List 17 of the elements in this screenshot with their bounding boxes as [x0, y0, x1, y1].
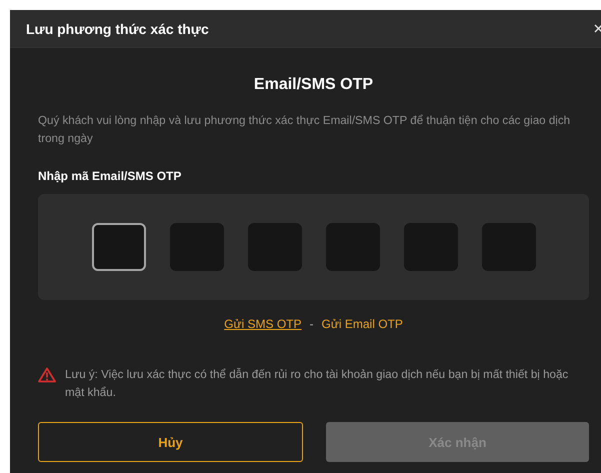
send-otp-link[interactable]: Gửi Email OTP	[322, 317, 403, 331]
dialog-button[interactable]: Hủy	[38, 422, 303, 462]
otp-digit-field[interactable]	[248, 223, 302, 271]
description-text: Quý khách vui lòng nhập và lưu phương thức xác thực Email/SMS OTP để thuận tiện cho các giao dịch trong ngày	[38, 113, 572, 147]
otp-digit-field[interactable]	[92, 223, 146, 271]
otp-digit-field[interactable]	[326, 223, 380, 271]
send-otp-link[interactable]: Gửi SMS OTP	[224, 317, 302, 331]
dialog-title: Lưu phương thức xác thực	[26, 20, 209, 36]
separator-text: -	[310, 317, 314, 331]
warning-icon	[38, 367, 56, 383]
close-icon[interactable]	[594, 24, 601, 33]
otp-digit-field[interactable]	[170, 223, 224, 271]
otp-digit-field[interactable]	[404, 223, 458, 271]
otp-label: Nhập mã Email/SMS OTP	[38, 169, 182, 183]
warning-text: Lưu ý: Việc lưu xác thực có thể dẫn đến rủi ro cho tài khoản giao dịch nếu bạn bị mất thiết bị hoặc mật khẩu.	[65, 367, 570, 401]
otp-digit-field[interactable]	[482, 223, 536, 271]
heading: Email/SMS OTP	[252, 76, 374, 94]
